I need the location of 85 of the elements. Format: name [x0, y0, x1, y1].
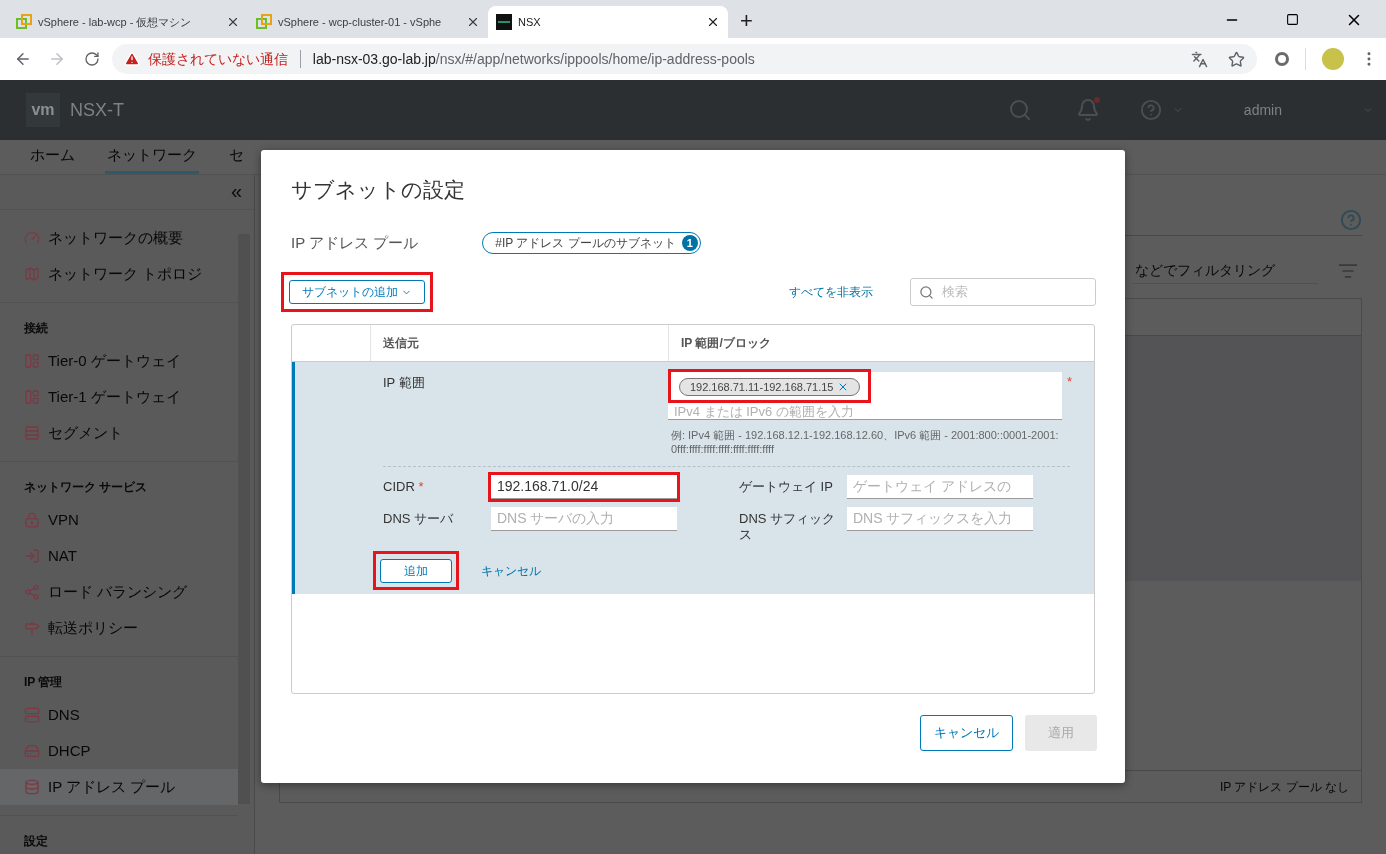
reload-icon[interactable]: [83, 51, 100, 67]
back-icon[interactable]: [14, 50, 32, 68]
browser-tab[interactable]: vSphere - lab-wcp - 仮想マシン: [8, 6, 248, 38]
count-badge: 1: [681, 234, 698, 251]
ip-range-field[interactable]: 192.168.71.11-192.168.71.15 IPv4 または IPv6 の範囲を入力: [667, 372, 1062, 420]
search-field[interactable]: 検索: [910, 278, 1096, 306]
text-field[interactable]: ゲートウェイ アドレスの: [847, 475, 1033, 499]
maximize-icon[interactable]: [1286, 13, 1299, 26]
drive-icon: [24, 743, 40, 759]
cancel-button[interactable]: キャンセル: [920, 715, 1013, 751]
required-mark: *: [1066, 373, 1072, 391]
scrollbar[interactable]: [238, 234, 250, 804]
field-label: ゲートウェイ IP: [739, 478, 834, 495]
browser-tab[interactable]: vSphere - wcp-cluster-01 - vSphe: [248, 6, 488, 38]
dialog-title: サブネットの設定: [291, 177, 466, 203]
database-icon: [24, 779, 40, 795]
sidebar-item[interactable]: Tier-1 ゲートウェイ: [0, 379, 238, 415]
sidebar-item[interactable]: 転送ポリシー: [0, 610, 238, 646]
address-bar[interactable]: 保護されていない通信 lab-nsx-03.go-lab.jp/nsx/#/app/networks/ippools/home/ip-address-pools: [111, 44, 1258, 74]
close-icon[interactable]: [466, 15, 480, 29]
sidebar-item[interactable]: DHCP: [0, 733, 238, 769]
text-field[interactable]: DNS サーバの入力: [491, 507, 677, 531]
text-field[interactable]: 192.168.71.0/24: [491, 475, 677, 499]
nav-tab[interactable]: セ: [227, 139, 246, 174]
sidebar-item[interactable]: セグメント: [0, 415, 238, 451]
ring-icon[interactable]: [1275, 52, 1290, 66]
product-name: NSX-T: [70, 98, 124, 122]
sidebar-item[interactable]: ネットワークの概要: [0, 220, 238, 256]
star-icon[interactable]: [1228, 50, 1246, 68]
warning-icon: [123, 51, 140, 67]
square-logo-icon: [496, 14, 512, 30]
section-heading: 接続: [23, 320, 49, 337]
sidebar-item[interactable]: VPN: [0, 502, 238, 538]
add-button[interactable]: 追加: [380, 559, 452, 583]
sidebar-item[interactable]: DNS: [0, 697, 238, 733]
server-icon: [24, 707, 40, 723]
empty-text: IP アドレス プール なし: [1219, 778, 1349, 796]
cancel-link[interactable]: キャンセル: [481, 561, 541, 580]
text-field[interactable]: DNS サフィックスを入力: [847, 507, 1033, 531]
column-header: IP 範囲/ブロック: [681, 335, 771, 352]
filter-field[interactable]: などでフィルタリング: [1133, 258, 1318, 284]
panel-icon: [24, 389, 40, 405]
hide-all-link[interactable]: すべてを非表示: [789, 283, 873, 301]
field-label: CIDR *: [383, 478, 425, 495]
share-icon: [24, 584, 40, 600]
nav-tab[interactable]: ホーム: [28, 139, 77, 174]
sidebar-item[interactable]: ネットワーク トポロジ: [0, 256, 238, 292]
close-icon[interactable]: [706, 15, 720, 29]
add-subnet-button[interactable]: サブネットの追加: [289, 280, 425, 304]
map-icon: [24, 266, 40, 282]
browser-tab[interactable]: NSX: [488, 6, 728, 38]
column-header: 送信元: [383, 335, 419, 352]
field-label: DNS サフィックス: [739, 510, 837, 543]
squares-logo-icon: [16, 14, 32, 30]
section-heading: 設定: [23, 833, 49, 850]
tab-title: NSX: [518, 14, 542, 30]
sidebar-item[interactable]: ロード バランシング: [0, 574, 238, 610]
signpost-icon: [24, 620, 40, 636]
close-icon[interactable]: [226, 15, 240, 29]
field-label: DNS サーバ: [383, 510, 455, 527]
sidebar-item[interactable]: NAT: [0, 538, 238, 574]
tab-title: vSphere - lab-wcp - 仮想マシン: [38, 14, 193, 30]
sidebar-item[interactable]: Tier-0 ゲートウェイ: [0, 343, 238, 379]
lock-icon: [24, 512, 40, 528]
translate-icon[interactable]: [1191, 50, 1209, 68]
collapse-button[interactable]: «: [230, 181, 242, 201]
arrow-into-icon: [24, 548, 40, 564]
field-label: IP アドレス プール: [291, 232, 419, 253]
gauge-icon: [24, 230, 40, 246]
section-heading: ネットワーク サービス: [23, 479, 149, 496]
url-text: lab-nsx-03.go-lab.jp/nsx/#/app/networks/ippools/home/ip-address-pools: [312, 49, 755, 69]
user-name[interactable]: admin: [1243, 99, 1282, 121]
panel-icon: [24, 353, 40, 369]
field-label: IP 範囲: [383, 374, 426, 392]
security-warning: 保護されていない通信: [147, 49, 288, 69]
new-tab-button[interactable]: +: [740, 10, 753, 32]
vm-logo: vm: [26, 93, 60, 127]
sidebar-item[interactable]: IP アドレス プール: [0, 769, 238, 805]
section-heading: IP 管理: [23, 674, 64, 691]
search-icon: [919, 284, 934, 300]
tab-title: vSphere - wcp-cluster-01 - vSphe: [278, 14, 443, 30]
rows-icon: [24, 425, 40, 441]
hint-text: 例: IPv4 範囲 - 192.168.12.1-192.168.12.60、IPv6 範囲 - 2001:800::0001-2001:0fff:ffff:ffff:ffff:ffff:ffff:ffff: [670, 428, 1060, 456]
squares-logo-icon: [256, 14, 272, 30]
range-chip[interactable]: 192.168.71.11-192.168.71.15: [678, 378, 861, 397]
